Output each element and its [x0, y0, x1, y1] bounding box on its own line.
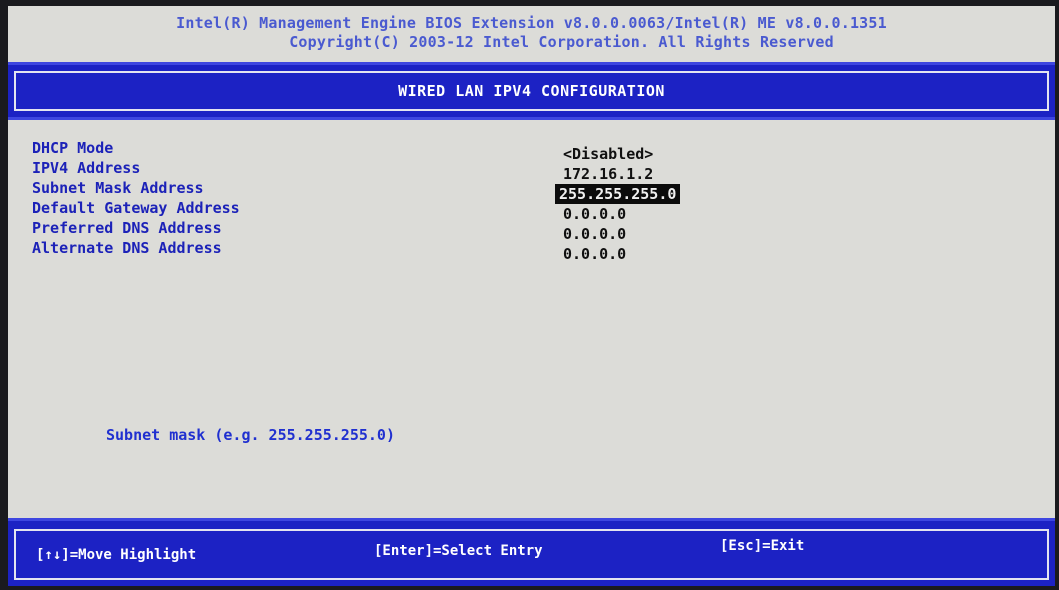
header-copyright-line: Copyright(C) 2003-12 Intel Corporation. …: [289, 33, 834, 51]
page-title: WIRED LAN IPV4 CONFIGURATION: [14, 71, 1049, 111]
help-text: Subnet mask (e.g. 255.255.255.0): [106, 426, 395, 444]
header-version-line: Intel(R) Management Engine BIOS Extensio…: [176, 14, 887, 32]
alternate-dns-value[interactable]: 0.0.0.0: [563, 244, 680, 264]
config-panel: DHCP Mode IPV4 Address Subnet Mask Addre…: [8, 120, 1055, 518]
exit-hint: [Esc]=Exit: [720, 538, 805, 554]
move-highlight-hint: [↑↓]=Move Highlight: [36, 547, 197, 563]
ipv4-address-label[interactable]: IPV4 Address: [32, 158, 240, 178]
dhcp-mode-label[interactable]: DHCP Mode: [32, 138, 240, 158]
subnet-mask-label[interactable]: Subnet Mask Address: [32, 178, 240, 198]
default-gateway-value[interactable]: 0.0.0.0: [563, 204, 680, 224]
bios-screen: Intel(R) Management Engine BIOS Extensio…: [8, 6, 1055, 586]
footer-bar: [↑↓]=Move Highlight [Enter]=Select Entry…: [8, 518, 1055, 586]
select-entry-hint: [Enter]=Select Entry: [374, 543, 543, 559]
field-values: <Disabled> 172.16.1.2 255.255.255.0 0.0.…: [555, 144, 681, 264]
preferred-dns-label[interactable]: Preferred DNS Address: [32, 218, 240, 238]
ipv4-address-value[interactable]: 172.16.1.2: [563, 164, 680, 184]
field-labels: DHCP Mode IPV4 Address Subnet Mask Addre…: [32, 138, 240, 258]
default-gateway-label[interactable]: Default Gateway Address: [32, 198, 240, 218]
preferred-dns-value[interactable]: 0.0.0.0: [563, 224, 680, 244]
alternate-dns-label[interactable]: Alternate DNS Address: [32, 238, 240, 258]
subnet-mask-value[interactable]: 255.255.255.0: [555, 184, 681, 204]
title-bar: WIRED LAN IPV4 CONFIGURATION: [8, 62, 1055, 120]
header: Intel(R) Management Engine BIOS Extensio…: [8, 6, 1055, 58]
dhcp-mode-value[interactable]: <Disabled>: [563, 144, 680, 164]
